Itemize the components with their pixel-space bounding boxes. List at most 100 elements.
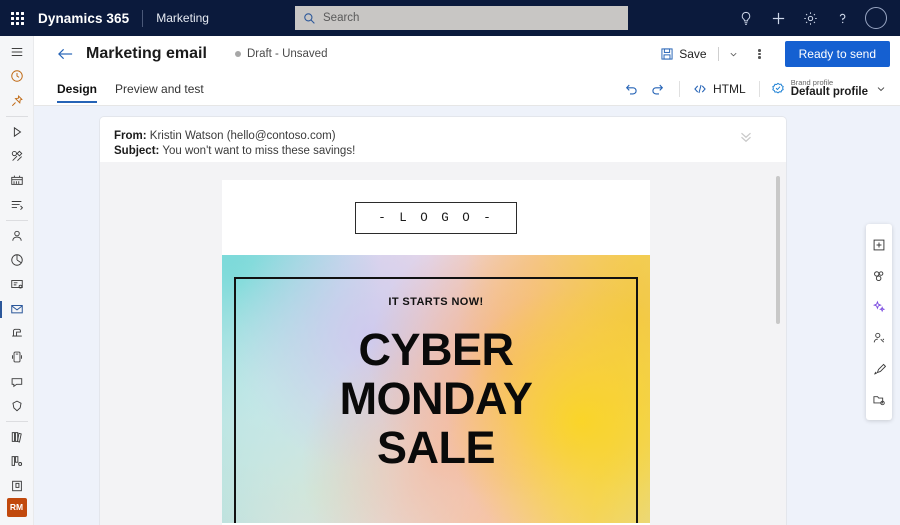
sidebar-item-forms-flow[interactable] [0,193,34,217]
html-label: HTML [713,81,746,96]
app-launcher-icon[interactable] [0,0,34,36]
email-header-panel: From: Kristin Watson (hello@contoso.com)… [100,117,786,162]
sidebar-item-hamburger-menu[interactable] [0,40,34,64]
sidebar-item-templates[interactable] [0,449,34,473]
status-badge: Draft - Unsaved [234,48,328,60]
ready-to-send-button[interactable]: Ready to send [784,41,890,67]
email-subject-line: Subject: You won't want to miss these sa… [114,144,772,159]
logo-placeholder: - L O G O - [355,201,517,234]
save-dropdown-button[interactable] [726,50,741,59]
search-icon [304,12,315,24]
top-nav-actions [730,0,894,36]
rail-divider [5,420,28,422]
save-button[interactable]: Save [656,40,710,68]
tools-divider [679,80,681,97]
settings-folder-icon[interactable] [866,384,892,415]
search-input[interactable] [323,12,620,24]
sidebar-item-emails-envelope[interactable] [0,297,34,321]
sidebar-item-events[interactable] [0,168,34,192]
design-canvas: From: Kristin Watson (hello@contoso.com)… [34,106,900,525]
sidebar-item-text-message-device[interactable] [0,345,34,369]
brand-profile-selector[interactable]: Brand profile Default profile [769,77,888,99]
nav-divider [142,9,144,27]
gear-icon[interactable] [794,0,826,36]
tab-preview-label: Preview and test [115,81,204,96]
email-hero-block[interactable]: IT STARTS NOW! CYBER MONDAY SALE [222,255,650,523]
sidebar-item-segments-pie[interactable] [0,248,34,272]
redo-button[interactable] [644,76,670,102]
sidebar-item-push-notification[interactable] [0,321,34,345]
help-icon[interactable] [826,0,858,36]
ai-sparkle-icon[interactable] [866,291,892,322]
undo-button[interactable] [618,76,644,102]
left-navigation-rail: RM [0,36,34,525]
more-commands-button[interactable] [747,40,773,68]
add-element-icon[interactable] [866,229,892,260]
editor-tool-panel [866,224,892,420]
hero-kicker-text: IT STARTS NOW! [388,296,484,308]
hero-title-line-2: MONDAY [339,373,533,425]
email-subject-value: You won't want to miss these savings! [162,145,356,157]
app-name-label: Marketing [156,11,209,25]
save-icon [661,48,673,60]
sidebar-item-leads-card[interactable] [0,272,34,296]
email-from-value: Kristin Watson (hello@contoso.com) [149,130,336,142]
tools-divider [758,80,760,97]
sidebar-item-custom-channel[interactable] [0,369,34,393]
avatar [865,7,887,29]
rail-divider [5,115,28,117]
page-title: Marketing email [86,45,207,62]
sidebar-item-triggers[interactable] [0,144,34,168]
global-search[interactable] [295,6,628,30]
sidebar-item-library-books[interactable] [0,425,34,449]
tab-design[interactable]: Design [48,72,106,106]
save-label: Save [679,47,707,61]
command-divider [717,47,719,61]
chevron-down-icon [730,52,737,56]
user-avatar[interactable] [858,0,894,36]
canvas-scrollbar[interactable] [776,176,780,472]
sidebar-item-pin[interactable] [0,89,34,113]
hero-title-text: CYBER MONDAY SALE [340,325,533,472]
layouts-icon[interactable] [866,260,892,291]
editor-tools: HTML Brand profile Default profile [618,76,900,102]
collapse-header-button[interactable] [736,127,756,147]
tab-preview-and-test[interactable]: Preview and test [106,72,213,106]
verified-badge-icon [771,82,784,93]
email-from-label: From: [114,130,147,142]
hero-title-line-1: CYBER [358,324,514,375]
personalization-icon[interactable] [866,322,892,353]
email-document[interactable]: - L O G O - IT STARTS NOW! CYBER MONDAY … [222,180,650,525]
sidebar-item-recent-clock[interactable] [0,64,34,88]
status-label: Draft - Unsaved [246,48,328,60]
lightbulb-icon[interactable] [730,0,762,36]
brand-profile-text: Brand profile Default profile [790,77,868,99]
user-workspace-badge[interactable]: RM [6,497,27,518]
email-logo-block[interactable]: - L O G O - [222,180,650,255]
email-from-line: From: Kristin Watson (hello@contoso.com) [114,129,772,144]
command-bar: Marketing email Draft - Unsaved Save Rea… [34,36,900,72]
brand-profile-caption: Brand profile [790,77,834,87]
sidebar-item-assets-shape[interactable] [0,394,34,418]
sidebar-item-compliance-clipboard[interactable] [0,473,34,497]
hero-title-line-3: SALE [376,422,496,474]
plus-icon[interactable] [762,0,794,36]
double-chevron-down-icon [741,132,751,143]
status-dot-icon [234,51,241,57]
sidebar-item-contacts-person[interactable] [0,224,34,248]
scrollbar-thumb[interactable] [776,176,780,324]
sidebar-item-journeys-play[interactable] [0,120,34,144]
back-arrow-icon[interactable] [48,36,82,72]
editor-tab-bar: Design Preview and test HTML Brand profi… [34,72,900,106]
command-bar-actions: Save Ready to send [656,40,900,68]
tab-design-label: Design [57,81,98,96]
email-subject-label: Subject: [114,145,160,157]
top-navigation-bar: Dynamics 365 Marketing [0,0,900,36]
code-icon [694,84,706,93]
rail-divider [5,219,28,221]
brand-profile-value: Default profile [790,86,868,99]
hero-frame: IT STARTS NOW! CYBER MONDAY SALE [234,277,638,523]
more-vertical-icon [758,48,761,60]
html-button[interactable]: HTML [689,82,750,96]
styles-brush-icon[interactable] [866,353,892,384]
